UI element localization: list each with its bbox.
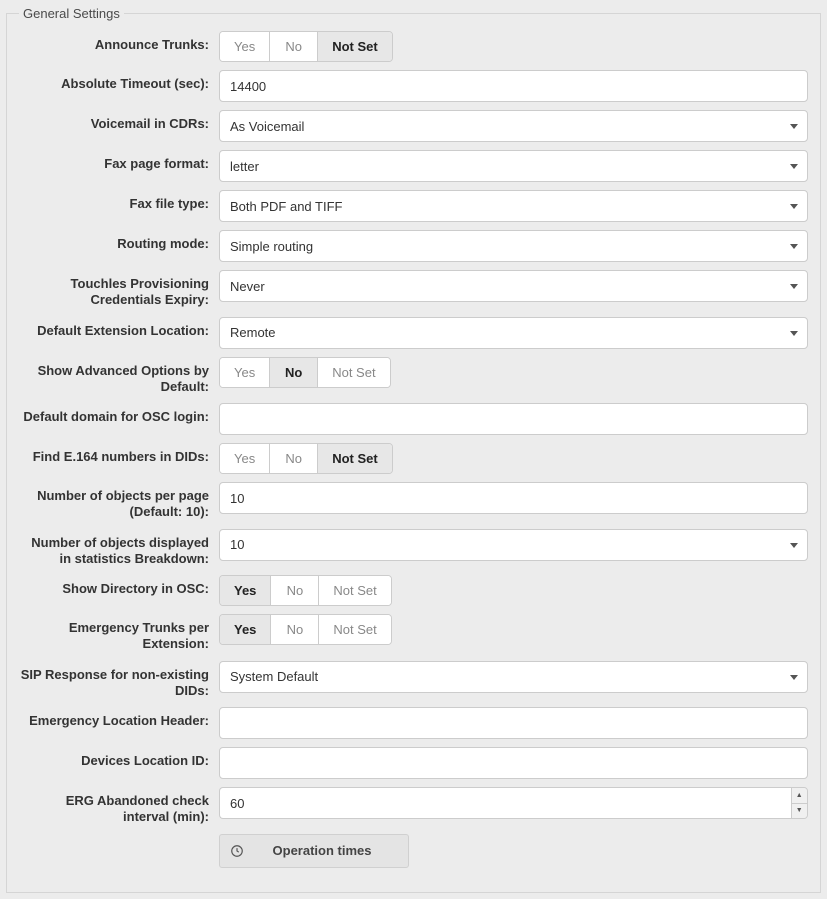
row-emergency-location-header: Emergency Location Header: [19, 707, 808, 739]
announce-trunks-toggle[interactable]: Yes No Not Set [219, 31, 393, 62]
announce-trunks-no[interactable]: No [270, 32, 318, 61]
label-erg-abandoned: ERG Abandoned check interval (min): [19, 787, 219, 826]
row-emergency-trunks: Emergency Trunks per Extension: Yes No N… [19, 614, 808, 653]
fieldset-legend: General Settings [19, 6, 124, 21]
clock-icon [220, 844, 254, 858]
row-voicemail-cdrs: Voicemail in CDRs: [19, 110, 808, 142]
row-absolute-timeout: Absolute Timeout (sec): [19, 70, 808, 102]
label-find-e164: Find E.164 numbers in DIDs: [19, 443, 219, 465]
find-e164-notset[interactable]: Not Set [318, 444, 392, 473]
show-advanced-yes[interactable]: Yes [220, 358, 270, 387]
default-domain-osc-input[interactable] [219, 403, 808, 435]
row-default-ext-location: Default Extension Location: [19, 317, 808, 349]
fax-file-type-select[interactable] [219, 190, 808, 222]
label-sip-response: SIP Response for non-existing DIDs: [19, 661, 219, 700]
objects-stats-select[interactable] [219, 529, 808, 561]
show-directory-osc-yes[interactable]: Yes [220, 576, 271, 605]
label-default-ext-location: Default Extension Location: [19, 317, 219, 339]
show-advanced-no[interactable]: No [270, 358, 318, 387]
row-announce-trunks: Announce Trunks: Yes No Not Set [19, 31, 808, 62]
row-sip-response: SIP Response for non-existing DIDs: [19, 661, 808, 700]
announce-trunks-notset[interactable]: Not Set [318, 32, 392, 61]
row-routing-mode: Routing mode: [19, 230, 808, 262]
spin-up-icon[interactable]: ▲ [792, 788, 808, 804]
find-e164-yes[interactable]: Yes [220, 444, 270, 473]
routing-mode-select[interactable] [219, 230, 808, 262]
row-objects-per-page: Number of objects per page (Default: 10)… [19, 482, 808, 521]
row-operation-times: Operation times [19, 834, 808, 868]
label-emergency-trunks: Emergency Trunks per Extension: [19, 614, 219, 653]
operation-times-label: Operation times [254, 843, 408, 858]
row-objects-stats: Number of objects displayed in statistic… [19, 529, 808, 568]
label-emergency-location-header: Emergency Location Header: [19, 707, 219, 729]
find-e164-no[interactable]: No [270, 444, 318, 473]
row-default-domain-osc: Default domain for OSC login: [19, 403, 808, 435]
show-directory-osc-notset[interactable]: Not Set [319, 576, 390, 605]
show-advanced-toggle[interactable]: Yes No Not Set [219, 357, 391, 388]
label-touchless-provisioning: Touchles Provisioning Credentials Expiry… [19, 270, 219, 309]
row-show-advanced: Show Advanced Options by Default: Yes No… [19, 357, 808, 396]
label-routing-mode: Routing mode: [19, 230, 219, 252]
label-announce-trunks: Announce Trunks: [19, 31, 219, 53]
fax-page-format-select[interactable] [219, 150, 808, 182]
operation-times-button[interactable]: Operation times [219, 834, 409, 868]
announce-trunks-yes[interactable]: Yes [220, 32, 270, 61]
sip-response-select[interactable] [219, 661, 808, 693]
find-e164-toggle[interactable]: Yes No Not Set [219, 443, 393, 474]
erg-abandoned-spinner: ▲ ▼ [791, 787, 809, 819]
row-touchless-provisioning: Touchles Provisioning Credentials Expiry… [19, 270, 808, 309]
emergency-trunks-toggle[interactable]: Yes No Not Set [219, 614, 392, 645]
row-fax-page-format: Fax page format: [19, 150, 808, 182]
label-voicemail-cdrs: Voicemail in CDRs: [19, 110, 219, 132]
label-objects-stats: Number of objects displayed in statistic… [19, 529, 219, 568]
default-ext-location-select[interactable] [219, 317, 808, 349]
voicemail-cdrs-select[interactable] [219, 110, 808, 142]
label-fax-file-type: Fax file type: [19, 190, 219, 212]
emergency-location-header-input[interactable] [219, 707, 808, 739]
emergency-trunks-yes[interactable]: Yes [220, 615, 271, 644]
devices-location-id-input[interactable] [219, 747, 808, 779]
row-fax-file-type: Fax file type: [19, 190, 808, 222]
label-show-advanced: Show Advanced Options by Default: [19, 357, 219, 396]
general-settings-fieldset: General Settings Announce Trunks: Yes No… [6, 6, 821, 893]
erg-abandoned-input[interactable] [219, 787, 791, 819]
show-directory-osc-no[interactable]: No [271, 576, 319, 605]
emergency-trunks-no[interactable]: No [271, 615, 319, 644]
label-default-domain-osc: Default domain for OSC login: [19, 403, 219, 425]
row-devices-location-id: Devices Location ID: [19, 747, 808, 779]
emergency-trunks-notset[interactable]: Not Set [319, 615, 390, 644]
row-show-directory-osc: Show Directory in OSC: Yes No Not Set [19, 575, 808, 606]
objects-per-page-input[interactable] [219, 482, 808, 514]
show-advanced-notset[interactable]: Not Set [318, 358, 389, 387]
spin-down-icon[interactable]: ▼ [792, 804, 808, 819]
label-fax-page-format: Fax page format: [19, 150, 219, 172]
row-erg-abandoned: ERG Abandoned check interval (min): ▲ ▼ [19, 787, 808, 826]
absolute-timeout-input[interactable] [219, 70, 808, 102]
label-objects-per-page: Number of objects per page (Default: 10)… [19, 482, 219, 521]
label-show-directory-osc: Show Directory in OSC: [19, 575, 219, 597]
touchless-provisioning-select[interactable] [219, 270, 808, 302]
row-find-e164: Find E.164 numbers in DIDs: Yes No Not S… [19, 443, 808, 474]
show-directory-osc-toggle[interactable]: Yes No Not Set [219, 575, 392, 606]
label-absolute-timeout: Absolute Timeout (sec): [19, 70, 219, 92]
label-devices-location-id: Devices Location ID: [19, 747, 219, 769]
